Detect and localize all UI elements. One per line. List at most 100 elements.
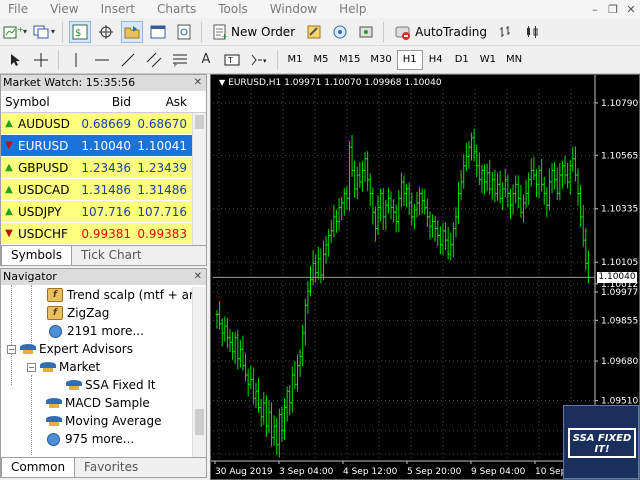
bid-cell: 107.716 [81, 204, 131, 219]
horizontal-line-icon [95, 59, 109, 60]
chart-menu-triangle-icon[interactable]: ▼ [219, 78, 225, 87]
text-label-button[interactable]: T [221, 49, 243, 71]
market-watch-row-usdchf[interactable]: ▼ USDCHF 0.99381 0.99383 [1, 223, 206, 244]
tab-common[interactable]: Common [1, 458, 76, 477]
navigator-scrollbar[interactable] [192, 287, 206, 459]
collapse-icon[interactable]: − [7, 344, 16, 354]
metaeditor-button[interactable] [303, 21, 325, 43]
timeframe-m30-button[interactable]: M30 [365, 50, 396, 70]
timeframe-d1-button[interactable]: D1 [449, 50, 475, 70]
timeframe-m5-button[interactable]: M5 [308, 50, 334, 70]
tab-symbols[interactable]: Symbols [1, 246, 72, 265]
crosshair-tool-button[interactable] [30, 49, 52, 71]
vps-button[interactable] [355, 21, 377, 43]
profiles-button[interactable]: ▾ [32, 21, 56, 43]
column-header-symbol[interactable]: Symbol [1, 95, 79, 109]
time-tick-label: 4 Sep 12:00 [343, 467, 398, 477]
close-icon[interactable]: ✕ [194, 75, 202, 91]
vertical-line-icon [75, 52, 77, 67]
bid-cell: 1.10040 [81, 138, 131, 153]
nav-item-trend-scalp[interactable]: f Trend scalp (mtf + arro [47, 286, 206, 304]
chart-candles-button[interactable] [521, 21, 543, 43]
chart-bars-button[interactable] [495, 21, 517, 43]
nav-item-expert-advisors[interactable]: − Expert Advisors [7, 340, 133, 358]
indicator-icon: f [47, 306, 63, 320]
data-window-button[interactable] [95, 21, 117, 43]
ask-cell: 1.31486 [137, 182, 187, 197]
horizontal-line-button[interactable] [91, 49, 113, 71]
autotrading-icon [395, 26, 411, 40]
market-watch-scrollbar[interactable] [192, 113, 206, 247]
menu-window[interactable]: Window [259, 0, 328, 18]
market-watch-row-usdcad[interactable]: ▲ USDCAD 1.31486 1.31486 [1, 179, 206, 201]
nav-item-more-indicators[interactable]: 2191 more... [47, 322, 144, 340]
restore-icon[interactable]: ❐ [604, 0, 622, 18]
nav-item-market[interactable]: − Market [27, 358, 100, 376]
nav-item-more-experts[interactable]: 975 more... [45, 430, 134, 448]
column-header-bid[interactable]: Bid [79, 95, 135, 109]
symbol-cell: ▲ USDCAD [1, 183, 79, 197]
market-icon [39, 360, 56, 374]
vertical-line-button[interactable] [65, 49, 87, 71]
market-watch-toggle-button[interactable]: $ [69, 20, 92, 43]
timeframe-m15-button[interactable]: M15 [334, 50, 365, 70]
market-watch-row-eurusd[interactable]: ▼ EURUSD 1.10040 1.10041 [1, 135, 206, 157]
navigator-tree: f Trend scalp (mtf + arro f ZigZag 2191 … [1, 285, 206, 458]
trendline-button[interactable] [117, 49, 139, 71]
close-icon[interactable]: ✕ [194, 269, 202, 285]
market-watch-icon: $ [72, 24, 88, 39]
strategy-tester-button[interactable] [173, 21, 195, 43]
menu-bar: File View Insert Charts Tools Window Hel… [0, 0, 640, 18]
new-order-button[interactable]: + New Order [208, 21, 299, 43]
terminal-button[interactable] [147, 21, 169, 43]
crosshair-icon [34, 52, 48, 67]
column-header-ask[interactable]: Ask [135, 95, 191, 109]
collapse-icon[interactable]: − [27, 362, 36, 372]
nav-item-macd-sample[interactable]: MACD Sample [45, 394, 150, 412]
menu-help[interactable]: Help [328, 0, 377, 18]
menu-charts[interactable]: Charts [146, 0, 207, 18]
autotrading-button[interactable]: AutoTrading [390, 21, 491, 43]
nav-item-ssa-fixed-it[interactable]: SSA Fixed It [65, 376, 156, 394]
market-watch-row-gbpusd[interactable]: ▲ GBPUSD 1.23436 1.23439 [1, 157, 206, 179]
timeframe-m1-button[interactable]: M1 [282, 50, 308, 70]
menu-tools[interactable]: Tools [207, 0, 259, 18]
nav-item-moving-average[interactable]: Moving Average [45, 412, 161, 430]
cursor-tool-button[interactable] [4, 49, 26, 71]
price-tick-label: 1.10565 [601, 151, 638, 161]
close-icon[interactable]: ✕ [622, 0, 640, 18]
scrollbar-thumb[interactable] [195, 115, 204, 129]
navigator-panel: Navigator ✕ f Trend scalp (mtf + arro f … [0, 268, 207, 478]
nav-item-label: Market [59, 360, 101, 374]
signals-button[interactable] [329, 21, 351, 43]
minimize-icon[interactable]: – [586, 0, 604, 18]
menu-insert[interactable]: Insert [90, 0, 146, 18]
channel-button[interactable] [143, 49, 165, 71]
candlestick-icon [527, 25, 538, 38]
new-order-label: New Order [231, 24, 296, 39]
timeframe-h4-button[interactable]: H4 [423, 50, 449, 70]
tab-tick-chart[interactable]: Tick Chart [72, 246, 151, 265]
new-chart-icon: + [3, 25, 23, 38]
text-tool-icon: A [201, 52, 211, 67]
nav-item-zigzag[interactable]: f ZigZag [47, 304, 109, 322]
market-watch-row-audusd[interactable]: ▲ AUDUSD 0.68669 0.68670 [1, 113, 206, 135]
trendline-icon [121, 53, 135, 66]
menu-view[interactable]: View [39, 0, 89, 18]
text-tool-button[interactable]: A [195, 49, 217, 71]
symbol-cell: ▲ AUDUSD [1, 117, 79, 131]
navigator-toggle-button[interactable] [121, 20, 144, 43]
arrows-button[interactable]: ▾ [247, 49, 271, 71]
market-watch-row-usdjpy[interactable]: ▲ USDJPY 107.716 107.716 [1, 201, 206, 223]
scrollbar-thumb[interactable] [195, 409, 204, 435]
timeframe-w1-button[interactable]: W1 [475, 50, 501, 70]
fibonacci-button[interactable]: F [169, 49, 191, 71]
menu-file[interactable]: File [0, 0, 39, 18]
bid-cell: 0.99381 [81, 226, 131, 241]
market-watch-title: Market Watch: 15:35:56 [3, 76, 136, 89]
timeframe-h1-button[interactable]: H1 [396, 49, 423, 70]
window-controls: – ❐ ✕ [586, 0, 640, 18]
new-chart-button[interactable]: + ▾ [2, 21, 28, 43]
tab-favorites[interactable]: Favorites [75, 458, 147, 477]
timeframe-mn-button[interactable]: MN [501, 50, 527, 70]
